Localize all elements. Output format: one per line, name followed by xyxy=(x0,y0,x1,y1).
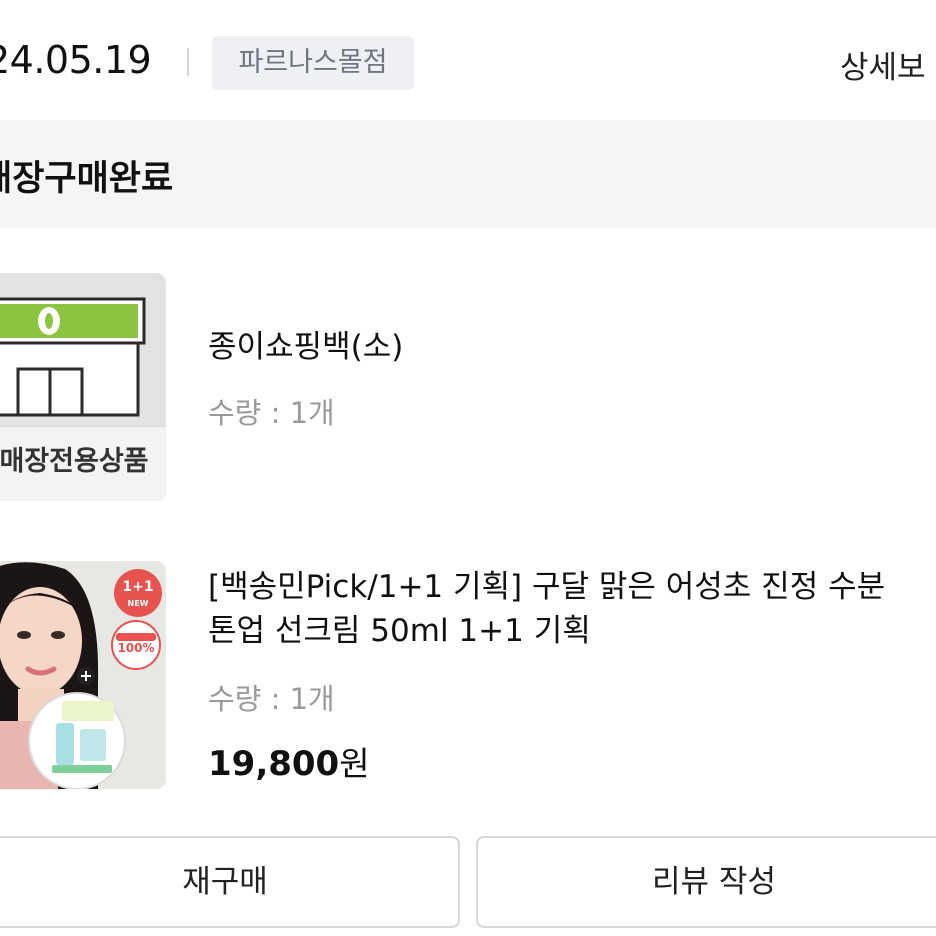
order-status-text: 매장구매완료 xyxy=(0,159,174,199)
product-thumbnail[interactable]: 1+1 NEW 100% xyxy=(0,561,166,789)
badge-one-plus-one: 1+1 xyxy=(122,579,154,595)
badge-new: NEW xyxy=(127,599,149,608)
badge-percent: 100% xyxy=(117,641,155,655)
item-quantity: 수량 : 1개 xyxy=(208,682,335,716)
item-price-unit: 원 xyxy=(339,744,370,783)
detail-link[interactable]: 상세보 xyxy=(840,42,926,87)
item-price-amount: 19,800 xyxy=(208,744,340,784)
order-date: 24.05.19 xyxy=(0,38,152,82)
write-review-button[interactable]: 리뷰 작성 xyxy=(476,836,936,928)
item-quantity: 수량 : 1개 xyxy=(208,396,335,430)
header-divider xyxy=(187,48,189,76)
store-tag: 파르나스몰점 xyxy=(212,36,414,90)
store-product-thumbnail[interactable]: 매장전용상품 xyxy=(0,273,166,501)
order-header: 24.05.19 파르나스몰점 상세보 xyxy=(0,0,936,120)
product-image xyxy=(0,561,166,789)
item-name[interactable]: [백송민Pick/1+1 기획] 구달 맑은 어성초 진정 수분 톤업 선크림 … xyxy=(208,565,898,653)
thumbnail-label: 매장전용상품 xyxy=(0,446,149,477)
item-price: 19,800원 xyxy=(208,737,370,785)
item-name[interactable]: 종이쇼핑백(소) xyxy=(208,325,898,369)
rebuy-button[interactable]: 재구매 xyxy=(0,836,460,928)
store-building-icon xyxy=(0,273,166,427)
